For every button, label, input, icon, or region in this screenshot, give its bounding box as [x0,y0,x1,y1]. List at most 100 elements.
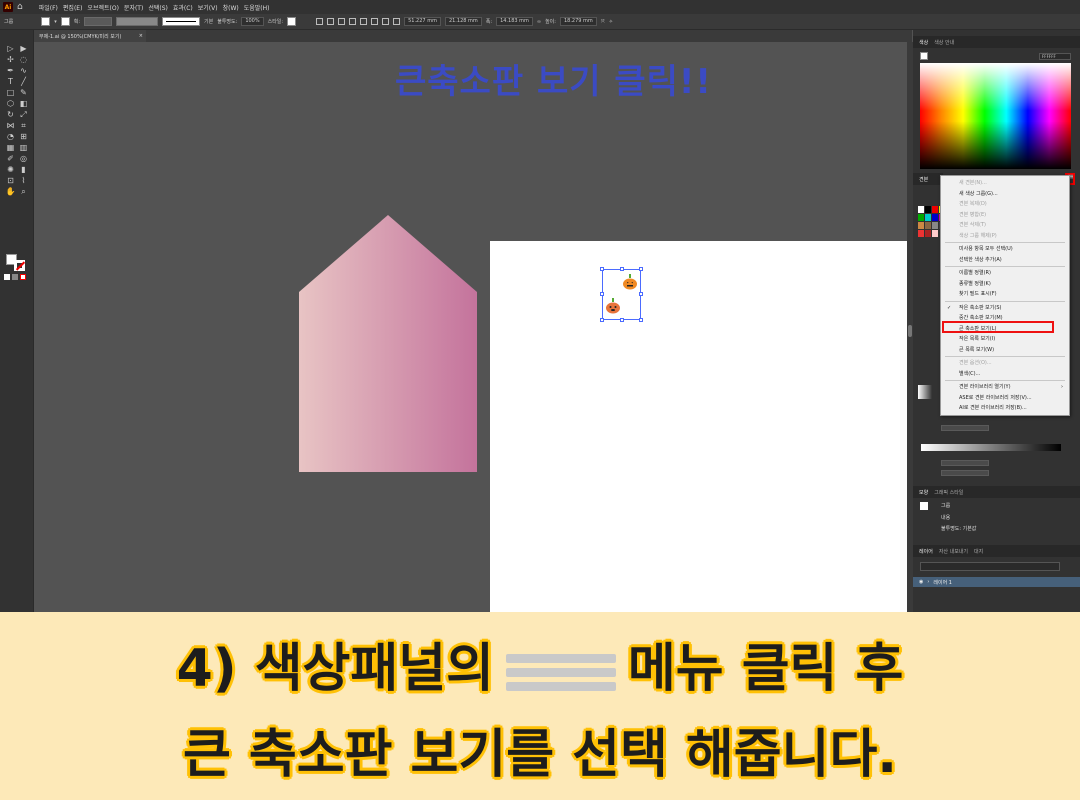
stroke-weight-field[interactable] [84,17,113,26]
gradient-thumbnail[interactable] [918,385,932,399]
menu-item[interactable]: 문자(T) [124,3,143,12]
resize-handle[interactable] [620,267,624,271]
gradient-location-field[interactable] [941,470,989,476]
resize-handle[interactable] [600,318,604,322]
swatch[interactable] [925,214,931,221]
resize-handle[interactable] [639,267,643,271]
context-menu-item[interactable]: 큰 목록 보기(W) [941,345,1069,356]
context-menu-item[interactable]: 선택한 색상 추가(A) [941,255,1069,266]
context-menu-item[interactable]: 새 색상 그룹(G)... [941,189,1069,200]
appearance-row-opacity[interactable]: 불투명도: 기본값 [913,524,1080,534]
type-tool-icon[interactable]: T [4,77,17,87]
house-shape[interactable] [299,215,477,472]
stroke-style-preview[interactable] [162,17,201,26]
free-transform-tool-icon[interactable]: ⌗ [17,121,30,131]
color-mode-icon[interactable] [4,274,10,280]
context-menu-item[interactable]: 찾기 필드 표시(F) [941,289,1069,300]
tab-graphic-styles[interactable]: 그래픽 스타일 [934,489,963,496]
tab-color-guide[interactable]: 색상 안내 [934,39,954,46]
menu-item[interactable]: 창(W) [223,3,239,12]
resize-handle[interactable] [620,318,624,322]
swatch[interactable] [918,222,924,229]
pumpkin-icon[interactable] [605,298,621,314]
resize-handle[interactable] [600,292,604,296]
align-middle-icon[interactable] [360,18,368,25]
swatch[interactable] [918,214,924,221]
layers-search-input[interactable] [920,562,1060,571]
transform-icon[interactable]: ⤧ [601,19,605,25]
gradient-aspect-field[interactable] [941,425,989,431]
color-fill-swatch[interactable] [920,52,928,60]
graph-tool-icon[interactable]: ▮ [17,165,30,175]
swatch[interactable] [932,222,938,229]
gradient-ramp[interactable] [921,444,1061,451]
swatch[interactable] [925,222,931,229]
context-menu-item[interactable]: 종류별 정렬(K) [941,279,1069,290]
direct-selection-tool-icon[interactable]: ▶ [17,44,30,54]
resize-handle[interactable] [639,292,643,296]
appearance-row-contents[interactable]: 내용 [913,513,1080,523]
rotate-tool-icon[interactable]: ↻ [4,110,17,120]
rectangle-tool-icon[interactable]: □ [4,88,17,98]
menu-item[interactable]: 도움말(H) [244,3,270,12]
swatch[interactable] [925,206,931,213]
chevron-down-icon[interactable]: ▾ [54,19,57,25]
gradient-mode-icon[interactable] [12,274,18,280]
layer-row[interactable]: ◉ › 레이어 1 [913,577,1080,587]
link-proportions-icon[interactable]: ∞ [537,19,541,25]
chevron-right-icon[interactable]: › [927,579,929,585]
canvas[interactable]: 큰축소판 보기 클릭!! [35,42,907,612]
x-field[interactable]: 51.227 mm [404,17,441,26]
swatch[interactable] [918,206,924,213]
gradient-tool-icon[interactable]: ▥ [17,143,30,153]
menu-item[interactable]: 파일(F) [39,3,58,12]
opacity-field[interactable]: 100% [241,17,264,26]
curvature-tool-icon[interactable]: ∿ [17,66,30,76]
context-menu-item[interactable]: 작은 목록 보기(I) [941,334,1069,345]
selection-tool-icon[interactable]: ▷ [4,44,17,54]
menu-item[interactable]: 편집(E) [63,3,83,12]
color-spectrum[interactable] [920,63,1071,169]
symbol-sprayer-tool-icon[interactable]: ✺ [4,165,17,175]
shaper-tool-icon[interactable]: ⬡ [4,99,17,109]
artboard[interactable] [490,241,907,612]
gradient-opacity-field[interactable] [941,460,989,466]
height-field[interactable]: 18.279 mm [559,17,597,26]
align-center-icon[interactable] [327,18,335,25]
stroke-box[interactable] [14,260,25,271]
align-top-icon[interactable] [349,18,357,25]
magic-wand-tool-icon[interactable]: ✢ [4,55,17,65]
context-menu-item[interactable]: 별색(C)... [941,369,1069,380]
reference-point-icon[interactable] [393,18,401,25]
menu-item[interactable]: 효과(C) [173,3,193,12]
tab-asset-export[interactable]: 자산 내보내기 [939,548,968,555]
graphic-style-swatch[interactable] [287,17,297,26]
scrollbar-thumb[interactable] [908,325,912,337]
pen-tool-icon[interactable]: ✒ [4,66,17,76]
document-tab[interactable]: 무제-1.ai @ 150%(CMYK/미리 보기) × [34,30,146,42]
width-tool-icon[interactable]: ⋈ [4,121,17,131]
blend-tool-icon[interactable]: ◎ [17,154,30,164]
menu-item[interactable]: 오브젝트(O) [87,3,119,12]
swatch[interactable] [918,230,924,237]
swatch[interactable] [932,206,938,213]
align-left-icon[interactable] [316,18,324,25]
eyedropper-tool-icon[interactable]: ✐ [4,154,17,164]
close-icon[interactable]: × [139,33,143,39]
mesh-tool-icon[interactable]: ▦ [4,143,17,153]
align-right-icon[interactable] [338,18,346,25]
variable-width-field[interactable] [116,17,159,26]
none-mode-icon[interactable] [20,274,26,280]
context-menu-item[interactable]: 작은 축소판 보기(S) [941,303,1069,314]
pumpkin-icon[interactable] [622,274,638,290]
context-menu-item[interactable]: AI로 견본 라이브러리 저장(B)... [941,403,1069,414]
eraser-tool-icon[interactable]: ◧ [17,99,30,109]
shape-builder-tool-icon[interactable]: ◔ [4,132,17,142]
stroke-swatch[interactable] [60,17,70,26]
swatch[interactable] [932,230,938,237]
zoom-tool-icon[interactable]: ⌕ [17,187,30,197]
y-field[interactable]: 21.128 mm [444,17,482,26]
tab-appearance[interactable]: 모양 [919,489,928,496]
tab-layers[interactable]: 레이어 [919,548,933,555]
tab-artboards[interactable]: 대지 [974,548,983,555]
